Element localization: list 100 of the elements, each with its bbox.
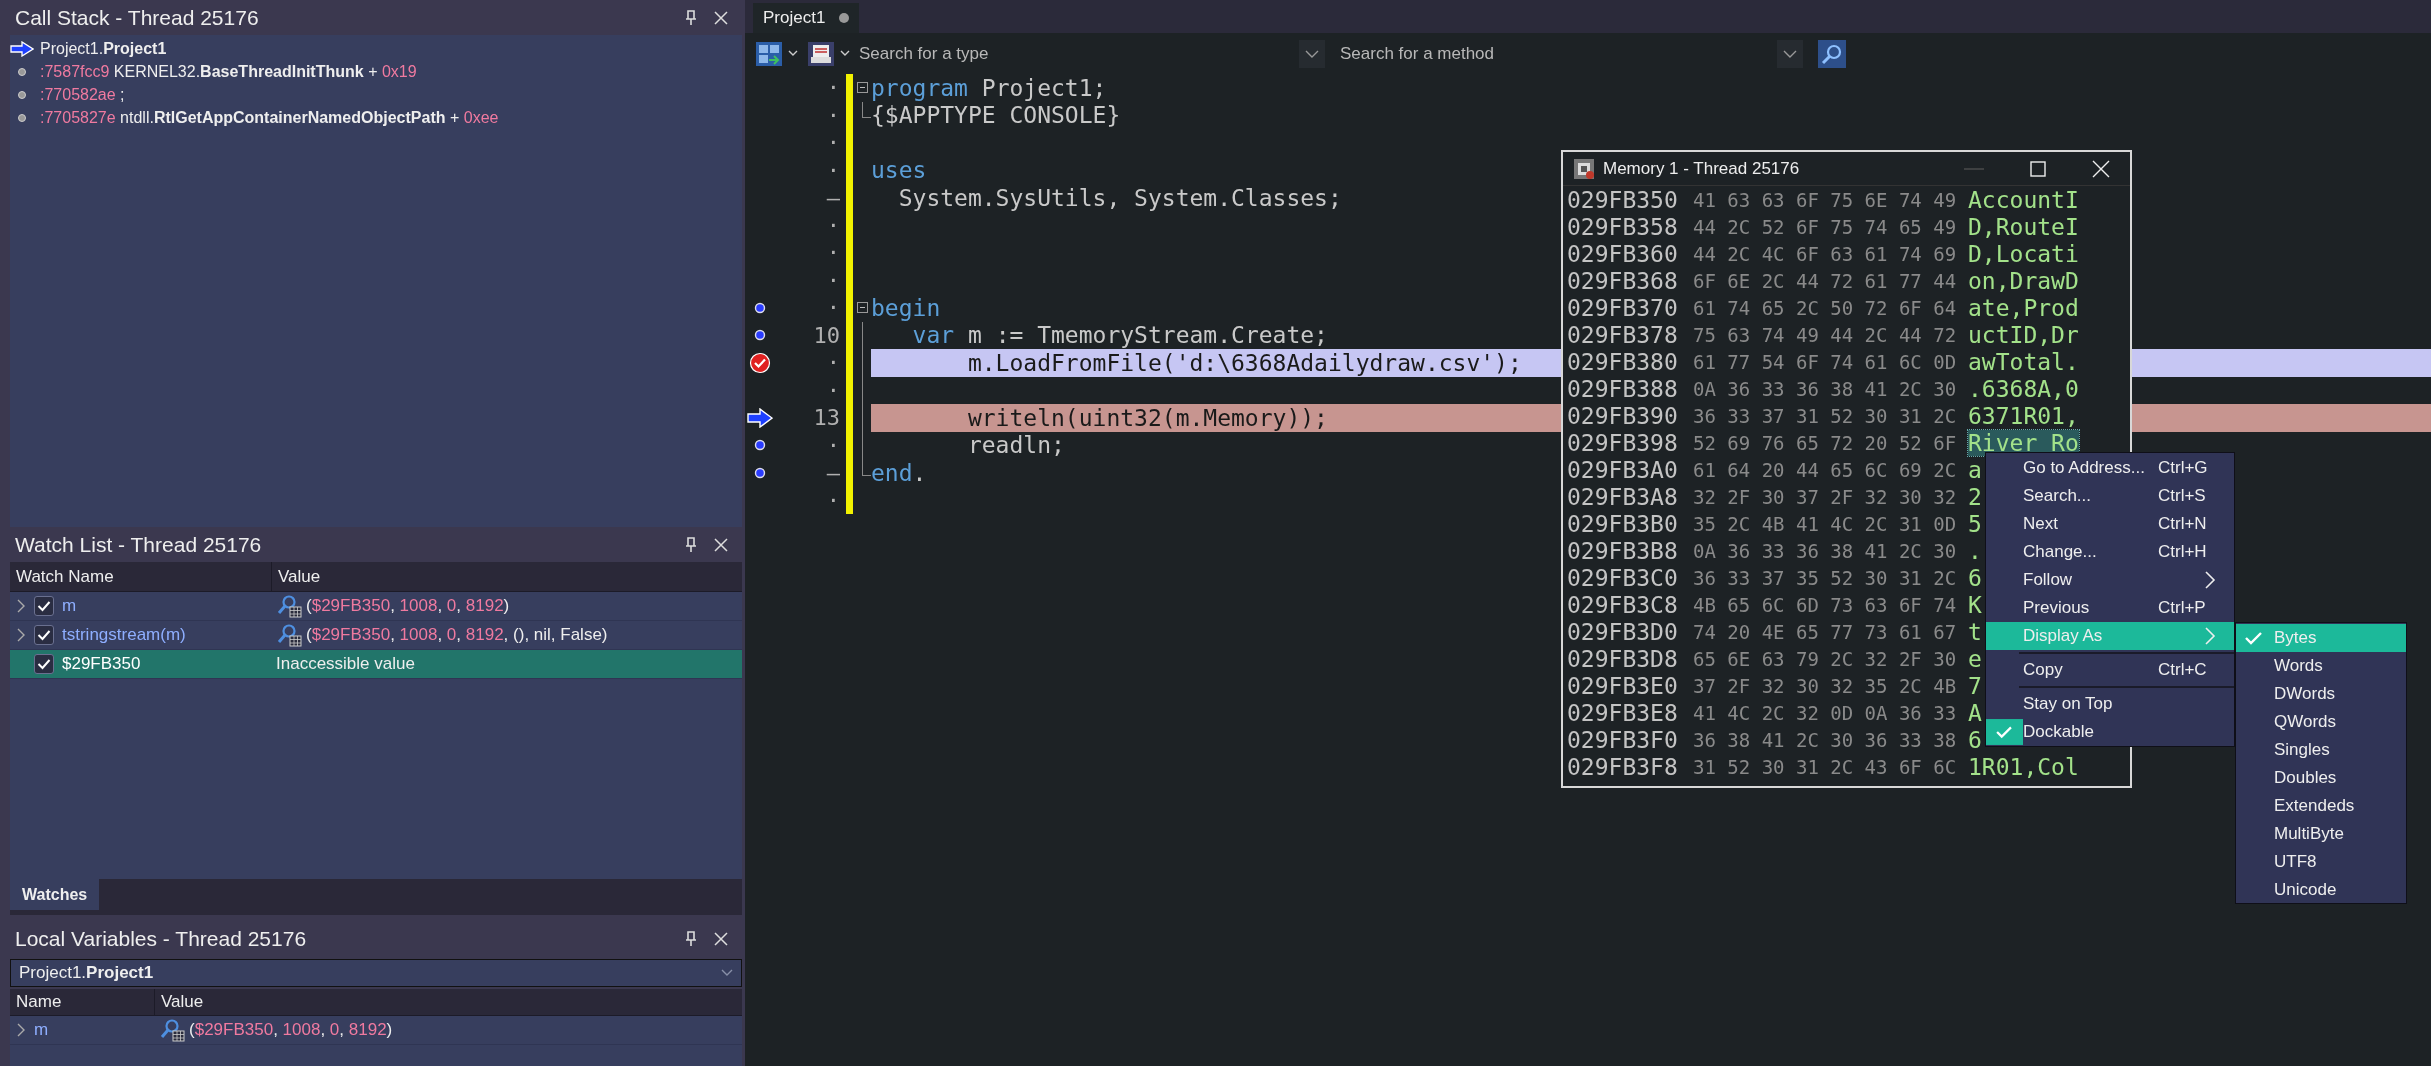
fold-toggle[interactable] xyxy=(856,302,868,314)
table-row[interactable]: m ($29FB350, 1008, 0, 8192) xyxy=(10,592,742,621)
ascii-text[interactable]: K xyxy=(1968,591,1982,618)
expand-chevron-icon[interactable] xyxy=(16,628,26,642)
caret-icon[interactable] xyxy=(788,50,798,58)
column-header[interactable]: Name xyxy=(10,989,155,1015)
hex-bytes: 44 2C 4C 6F 63 61 74 69 xyxy=(1693,242,1958,265)
hex-bytes: 41 63 63 6F 75 6E 74 49 xyxy=(1693,188,1958,211)
ascii-text[interactable]: t xyxy=(1968,618,1982,645)
stack-frame[interactable]: Project1.Project1 xyxy=(40,39,167,58)
pin-icon[interactable] xyxy=(685,536,697,553)
memory-address: 029FB368 xyxy=(1567,267,1679,294)
inspect-icon[interactable] xyxy=(159,1018,185,1042)
menu-item[interactable]: MultiByte xyxy=(2236,820,2406,848)
ascii-text[interactable]: D,Locati xyxy=(1968,240,2079,267)
memory-address: 029FB3D0 xyxy=(1567,618,1679,645)
ascii-text[interactable]: a xyxy=(1968,456,1982,483)
pin-icon[interactable] xyxy=(685,931,697,947)
ascii-text[interactable]: .6368A,0 xyxy=(1968,375,2079,402)
hex-bytes: 61 74 65 2C 50 72 6F 64 xyxy=(1693,296,1958,319)
layout-icon[interactable] xyxy=(755,41,783,67)
stack-frame[interactable]: :7705827e ntdll.RtlGetAppContainerNamedObjectPath + 0xee xyxy=(40,108,499,127)
code-line: m.LoadFromFile('d:\6368Adailydraw.csv'); xyxy=(966,349,1522,376)
fold-toggle[interactable] xyxy=(856,82,868,94)
line-number: – xyxy=(826,460,840,486)
ascii-text[interactable]: 1R01,Col xyxy=(1968,753,2079,780)
memory-address: 029FB398 xyxy=(1567,429,1679,456)
dropdown-button[interactable] xyxy=(1299,40,1325,68)
ascii-text[interactable]: on,DrawD xyxy=(1968,267,2079,294)
menu-item[interactable]: Next Ctrl+N xyxy=(1986,510,2234,538)
memory-address: 029FB3A8 xyxy=(1567,483,1679,510)
checkbox[interactable] xyxy=(34,654,54,674)
menu-item[interactable]: Go to Address... Ctrl+G xyxy=(1986,454,2234,482)
maximize-icon[interactable] xyxy=(2030,160,2046,177)
column-header[interactable]: Value xyxy=(155,989,204,1015)
menu-item[interactable]: Singles xyxy=(2236,736,2406,764)
breakpoint-dot-icon[interactable] xyxy=(754,439,766,452)
memory-address: 029FB3C0 xyxy=(1567,564,1679,591)
stack-frame[interactable]: :770582ae ; xyxy=(40,85,125,104)
ascii-text[interactable]: . xyxy=(1968,537,1982,564)
ascii-text[interactable]: 6371R01, xyxy=(1968,402,2079,429)
ascii-text[interactable]: 6 xyxy=(1968,564,1982,591)
ascii-text[interactable]: 6 xyxy=(1968,726,1982,753)
memory-address: 029FB3F8 xyxy=(1567,753,1679,780)
breakpoint-dot-icon[interactable] xyxy=(754,329,766,342)
hex-bytes: 31 52 30 31 2C 43 6F 6C xyxy=(1693,755,1958,778)
expand-chevron-icon[interactable] xyxy=(16,1023,26,1037)
menu-item[interactable]: Doubles xyxy=(2236,764,2406,792)
menu-item[interactable]: UTF8 xyxy=(2236,848,2406,876)
close-icon[interactable] xyxy=(713,9,729,26)
tab[interactable]: Watches xyxy=(10,879,100,910)
ascii-text[interactable]: uctID,Dr xyxy=(1968,321,2079,348)
breakpoint-dot-icon[interactable] xyxy=(754,301,766,314)
dropdown-button[interactable] xyxy=(1777,40,1803,68)
memory-address: 029FB360 xyxy=(1567,240,1679,267)
close-icon[interactable] xyxy=(2092,159,2110,178)
editor-tab[interactable]: Project1 xyxy=(753,3,860,33)
inspect-icon[interactable] xyxy=(276,623,302,647)
checkbox[interactable] xyxy=(34,625,54,645)
menu-item[interactable]: QWords xyxy=(2236,708,2406,736)
stack-frame[interactable]: :7587fcc9 KERNEL32.BaseThreadInitThunk + 0x19 xyxy=(40,62,417,81)
menu-item[interactable]: Extendeds xyxy=(2236,792,2406,820)
column-header[interactable]: Value xyxy=(272,562,321,591)
document-icon[interactable] xyxy=(807,41,835,67)
ascii-text[interactable]: ate,Prod xyxy=(1968,294,2079,321)
menu-item[interactable]: Dockable xyxy=(1986,718,2234,746)
close-icon[interactable] xyxy=(713,536,729,553)
menu-item[interactable]: Unicode xyxy=(2236,876,2406,904)
shortcut-label: Ctrl+H xyxy=(2158,542,2207,562)
inspect-icon[interactable] xyxy=(276,594,302,618)
ascii-text[interactable]: 7 xyxy=(1968,672,1982,699)
ascii-text[interactable]: D,RouteI xyxy=(1968,213,2079,240)
ascii-text[interactable]: e xyxy=(1968,645,1982,672)
ascii-text[interactable]: awTotal. xyxy=(1968,348,2079,375)
menu-item[interactable]: Previous Ctrl+P xyxy=(1986,594,2234,622)
menu-item[interactable]: Stay on Top xyxy=(1986,690,2234,718)
menu-item[interactable]: Search... Ctrl+S xyxy=(1986,482,2234,510)
menu-item[interactable]: Words xyxy=(2236,652,2406,680)
checkbox[interactable] xyxy=(34,596,54,616)
ascii-text[interactable]: 2 xyxy=(1968,483,1982,510)
caret-icon[interactable] xyxy=(840,50,850,58)
search-button[interactable] xyxy=(1818,40,1846,68)
breakpoint-icon[interactable] xyxy=(749,351,771,374)
ascii-text[interactable]: AccountI xyxy=(1968,186,2079,213)
scope-dropdown[interactable]: Project1.Project1 xyxy=(10,959,742,987)
memory-address: 029FB3D8 xyxy=(1567,645,1679,672)
breakpoint-dot-icon[interactable] xyxy=(754,466,766,479)
table-row[interactable]: $29FB350 Inaccessible value xyxy=(10,650,742,679)
menu-item[interactable]: Follow xyxy=(1986,566,2234,594)
ascii-text[interactable]: 5 xyxy=(1968,510,1982,537)
column-header[interactable]: Watch Name xyxy=(10,562,272,591)
expand-chevron-icon[interactable] xyxy=(16,599,26,613)
ascii-text[interactable]: A xyxy=(1968,699,1982,726)
close-icon[interactable] xyxy=(713,931,729,947)
ascii-text[interactable]: River Ro xyxy=(1968,429,2079,456)
check-icon xyxy=(37,629,51,641)
pin-icon[interactable] xyxy=(685,9,697,26)
menu-item[interactable]: Change... Ctrl+H xyxy=(1986,538,2234,566)
menu-item[interactable]: Copy Ctrl+C xyxy=(1986,656,2234,684)
menu-item[interactable]: DWords xyxy=(2236,680,2406,708)
